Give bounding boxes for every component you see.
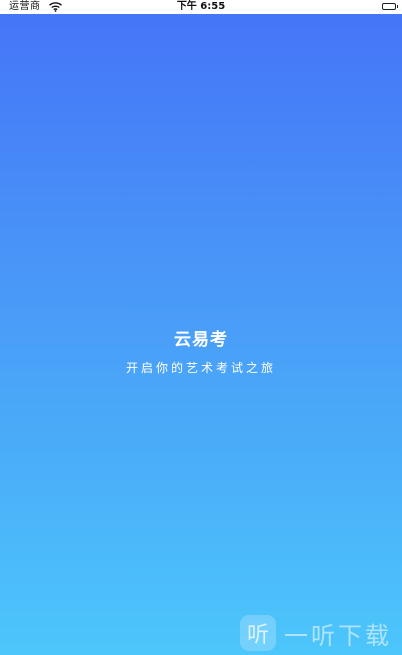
watermark: 听 一听下载 [240,614,392,652]
status-bar: 运营商 下午 6:55 [0,0,402,14]
watermark-text: 一听下载 [284,621,392,650]
app-slogan: 开启你的艺术考试之旅 [125,361,276,375]
app-name: 云易考 [174,330,228,350]
splash-screen: 运营商 下午 6:55 云易考 开启你的艺术考试之旅 听 一听下载 [0,0,402,655]
status-time: 下午 6:55 [176,1,226,12]
watermark-logo-icon: 听 [240,615,276,651]
battery-icon [382,3,398,10]
